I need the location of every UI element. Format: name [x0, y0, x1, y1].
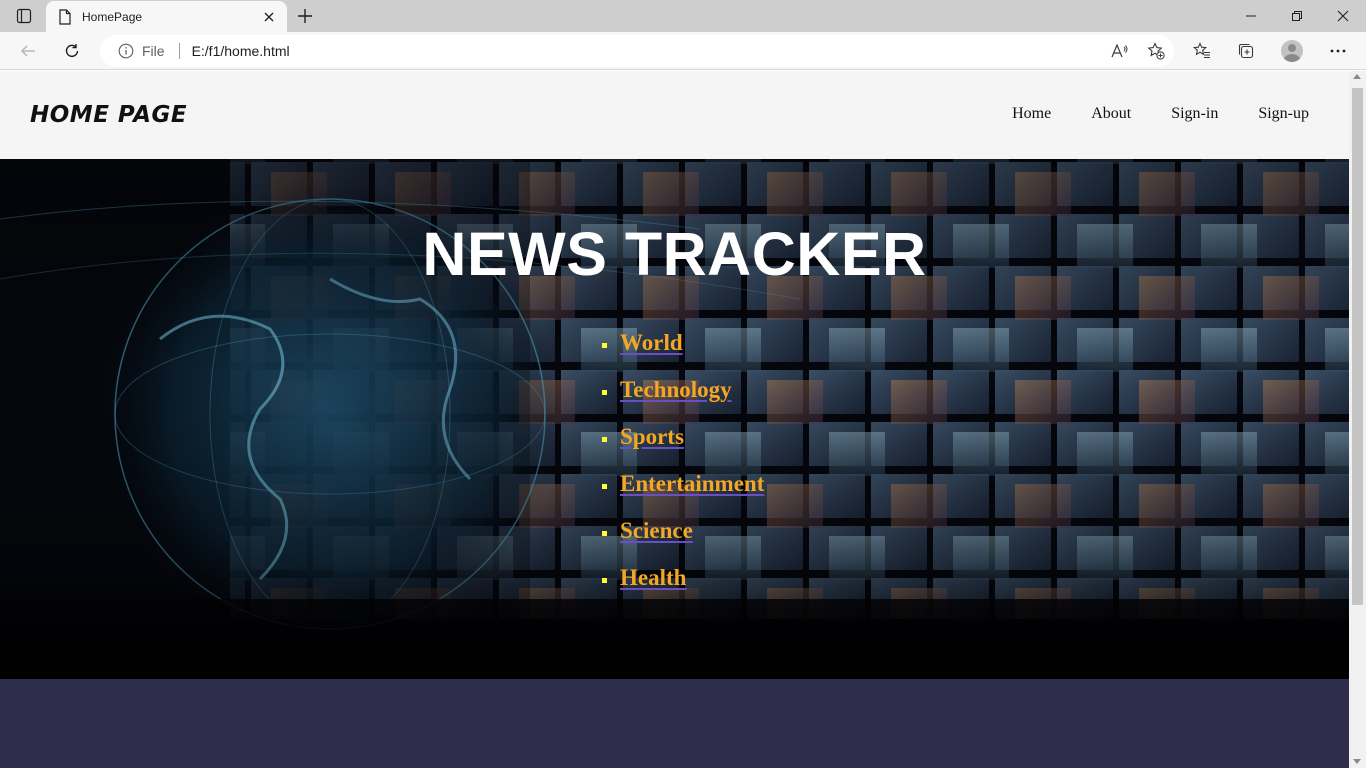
- back-button[interactable]: [13, 36, 43, 66]
- footer-band: [0, 679, 1349, 768]
- bullet-icon: [602, 531, 607, 536]
- active-tab[interactable]: HomePage: [46, 1, 287, 32]
- bullet-icon: [602, 390, 607, 395]
- tab-actions-icon: [16, 8, 32, 24]
- brand-logo: HOME PAGE: [30, 102, 188, 128]
- plus-icon: [298, 9, 312, 23]
- read-aloud-button[interactable]: [1102, 35, 1138, 67]
- address-bar-separator: [178, 43, 180, 59]
- close-icon: [264, 12, 274, 21]
- add-favorite-button[interactable]: [1138, 35, 1174, 67]
- topic-link-health[interactable]: Health: [620, 565, 686, 591]
- read-aloud-icon: [1111, 43, 1128, 58]
- topic-link-sports[interactable]: Sports: [620, 424, 684, 450]
- info-icon: [118, 43, 134, 59]
- minimize-icon: [1246, 15, 1256, 17]
- bullet-icon: [602, 343, 607, 348]
- list-item: Technology: [602, 366, 764, 413]
- site-info-label: File: [142, 43, 165, 59]
- page-viewport: HOME PAGE Home About Sign-in Sign-up NEW…: [0, 71, 1349, 768]
- close-window-button[interactable]: [1320, 0, 1366, 32]
- list-item: World: [602, 319, 764, 366]
- list-item: Entertainment: [602, 460, 764, 507]
- address-bar[interactable]: File E:/f1/home.html: [100, 35, 1174, 67]
- site-info-button[interactable]: File: [118, 35, 165, 67]
- nav-link-sign-in[interactable]: Sign-in: [1171, 105, 1218, 123]
- url-text[interactable]: E:/f1/home.html: [192, 43, 290, 59]
- scroll-thumb[interactable]: [1352, 88, 1363, 605]
- restore-button[interactable]: [1274, 0, 1320, 32]
- tab-actions-button[interactable]: [8, 4, 40, 28]
- minimize-button[interactable]: [1228, 0, 1274, 32]
- nav-link-home[interactable]: Home: [1012, 105, 1051, 123]
- hero-title: NEWS TRACKER: [422, 220, 927, 288]
- list-item: Health: [602, 554, 764, 601]
- collections-button[interactable]: [1230, 36, 1262, 66]
- close-icon: [1337, 10, 1349, 22]
- tab-close-button[interactable]: [261, 9, 277, 25]
- more-options-icon: [1330, 49, 1346, 53]
- refresh-icon: [65, 44, 79, 57]
- page-icon: [59, 8, 71, 25]
- topic-link-entertainment[interactable]: Entertainment: [620, 471, 764, 497]
- back-arrow-icon: [20, 45, 35, 57]
- bullet-icon: [602, 484, 607, 489]
- list-item: Science: [602, 507, 764, 554]
- tab-title: HomePage: [82, 9, 143, 24]
- topic-link-world[interactable]: World: [620, 330, 683, 356]
- topic-link-science[interactable]: Science: [620, 518, 693, 544]
- list-item: Sports: [602, 413, 764, 460]
- scroll-down-arrow-icon[interactable]: [1353, 759, 1361, 764]
- settings-menu-button[interactable]: [1322, 36, 1354, 66]
- bullet-icon: [602, 578, 607, 583]
- favorites-icon: [1193, 42, 1210, 59]
- star-add-icon: [1147, 42, 1165, 60]
- refresh-button[interactable]: [57, 36, 87, 66]
- topic-link-technology[interactable]: Technology: [620, 377, 732, 403]
- collections-icon: [1238, 43, 1254, 59]
- profile-button[interactable]: [1276, 36, 1308, 66]
- avatar: [1281, 40, 1303, 62]
- nav-link-sign-up[interactable]: Sign-up: [1258, 105, 1309, 123]
- browser-toolbar: File E:/f1/home.html: [0, 32, 1366, 70]
- new-tab-button[interactable]: [292, 4, 318, 28]
- nav-link-about[interactable]: About: [1091, 105, 1131, 123]
- scroll-up-arrow-icon[interactable]: [1353, 74, 1361, 79]
- browser-tab-strip: HomePage: [0, 0, 1366, 32]
- hero-section: NEWS TRACKER World Technology Sports Ent…: [0, 159, 1349, 679]
- bullet-icon: [602, 437, 607, 442]
- topics-list: World Technology Sports Entertainment Sc…: [602, 319, 764, 601]
- site-nav: Home About Sign-in Sign-up: [972, 105, 1309, 123]
- site-header: HOME PAGE Home About Sign-in Sign-up: [0, 71, 1349, 159]
- page-scrollbar[interactable]: [1349, 71, 1366, 768]
- favorites-button[interactable]: [1186, 36, 1218, 66]
- restore-icon: [1292, 11, 1302, 21]
